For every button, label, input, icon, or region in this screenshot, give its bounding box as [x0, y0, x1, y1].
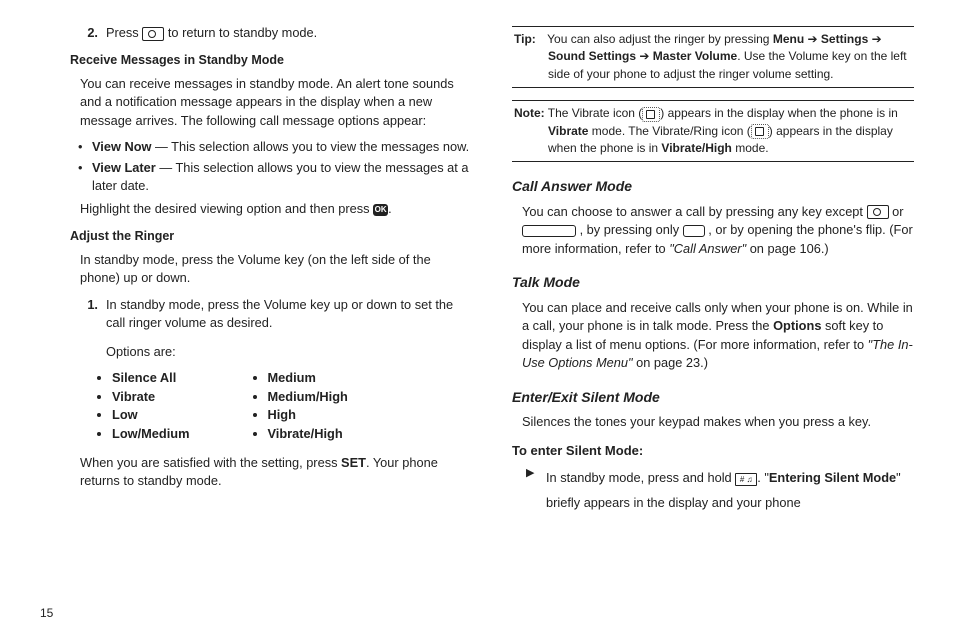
paragraph: You can choose to answer a call by press… [522, 203, 914, 259]
arrow-icon: ➔ [868, 32, 881, 46]
text: mode. [732, 141, 769, 155]
heading-silent-mode: Enter/Exit Silent Mode [512, 387, 914, 407]
step-number: 1. [70, 296, 106, 362]
label: Options [773, 318, 821, 333]
list-item: Low [112, 406, 190, 425]
label: SET [341, 455, 366, 470]
text: , by pressing only [580, 222, 683, 237]
bullet-body: View Now — This selection allows you to … [92, 138, 472, 157]
text: You can choose to answer a call by press… [522, 204, 867, 219]
step-1: 1. In standby mode, press the Volume key… [70, 296, 472, 362]
camera-key-icon [142, 27, 164, 41]
camera-key-icon [867, 205, 889, 219]
bullet-view-now: • View Now — This selection allows you t… [78, 138, 472, 157]
list-item: Silence All [112, 369, 190, 388]
manual-page: 2. Press to return to standby mode. Rece… [0, 0, 954, 636]
ringer-options-list: Silence All Vibrate Low Low/Medium Mediu… [94, 369, 472, 443]
text: In standby mode, press the Volume key up… [106, 296, 472, 333]
text: on page 106.) [750, 241, 829, 256]
text: Highlight the desired viewing option and… [80, 201, 373, 216]
step-2: 2. Press to return to standby mode. [70, 24, 472, 43]
list-item: High [268, 406, 348, 425]
step-body: In standby mode, press and hold # ♫. "En… [546, 466, 914, 515]
vibrate-ring-icon [751, 124, 769, 139]
hash-key-icon: # ♫ [735, 473, 757, 486]
label: Menu [773, 32, 804, 46]
label: Vibrate [548, 124, 588, 138]
heading-to-enter-silent: To enter Silent Mode: [512, 442, 914, 461]
text: . " [757, 470, 769, 485]
paragraph: You can place and receive calls only whe… [522, 299, 914, 373]
label: Master Volume [653, 49, 737, 63]
note-line: Note: The Vibrate icon ( ) appears in the… [514, 105, 912, 157]
bullet-marker: • [78, 138, 92, 157]
label: View Now [92, 139, 152, 154]
text: to return to standby mode. [168, 25, 317, 40]
text: . [388, 201, 392, 216]
cross-ref: "Call Answer" [669, 241, 746, 256]
arrow-icon: ➔ [636, 49, 653, 63]
paragraph: Highlight the desired viewing option and… [80, 200, 472, 219]
step-number: 2. [70, 24, 106, 43]
long-key-icon [522, 225, 576, 237]
heading-receive-messages: Receive Messages in Standby Mode [70, 51, 472, 69]
tip-box: Tip: You can also adjust the ringer by p… [512, 26, 914, 88]
right-column: Tip: You can also adjust the ringer by p… [512, 20, 914, 616]
note-box: Note: The Vibrate icon ( ) appears in the… [512, 100, 914, 162]
step-body: In standby mode, press the Volume key up… [106, 296, 472, 362]
label: Sound Settings [548, 49, 636, 63]
paragraph: In standby mode, press the Volume key (o… [80, 251, 472, 288]
paragraph: When you are satisfied with the setting,… [80, 454, 472, 491]
label: View Later [92, 160, 156, 175]
note-lead: Note: [514, 105, 545, 122]
ok-key-icon: OK [373, 204, 388, 216]
send-key-icon [683, 225, 705, 237]
paragraph: You can receive messages in standby mode… [80, 75, 472, 131]
text: In standby mode, press and hold [546, 470, 735, 485]
options-right: Medium Medium/High High Vibrate/High [250, 369, 348, 443]
bullet-body: View Later — This selection allows you t… [92, 159, 472, 196]
bullet-view-later: • View Later — This selection allows you… [78, 159, 472, 196]
label: Settings [821, 32, 868, 46]
bullet-marker: • [78, 159, 92, 196]
vibrate-icon [642, 107, 660, 122]
list-item: Medium/High [268, 388, 348, 407]
list-item: Vibrate/High [268, 425, 348, 444]
list-item: Medium [268, 369, 348, 388]
text: or [892, 204, 903, 219]
label: Entering Silent Mode [769, 470, 896, 485]
heading-talk-mode: Talk Mode [512, 272, 914, 292]
tip-line: Tip: You can also adjust the ringer by p… [514, 31, 912, 83]
list-item: Vibrate [112, 388, 190, 407]
text: Press [106, 25, 139, 40]
text: mode. The Vibrate/Ring icon ( [588, 124, 750, 138]
triangle-bullet-icon: ▶ [526, 466, 546, 515]
text: — This selection allows you to view the … [152, 139, 470, 154]
left-column: 2. Press to return to standby mode. Rece… [40, 20, 472, 616]
page-number: 15 [40, 605, 53, 622]
text: When you are satisfied with the setting,… [80, 455, 341, 470]
text: ) appears in the display when the phone … [660, 106, 898, 120]
options-left: Silence All Vibrate Low Low/Medium [94, 369, 190, 443]
heading-call-answer: Call Answer Mode [512, 176, 914, 196]
text: on page 23.) [633, 355, 708, 370]
tip-lead: Tip: [514, 31, 544, 48]
heading-adjust-ringer: Adjust the Ringer [70, 227, 472, 245]
paragraph: Silences the tones your keypad makes whe… [522, 413, 914, 432]
arrow-icon: ➔ [804, 32, 821, 46]
text: Options are: [106, 343, 472, 362]
text: You can also adjust the ringer by pressi… [544, 32, 773, 46]
arrow-step: ▶ In standby mode, press and hold # ♫. "… [526, 466, 914, 515]
text: The Vibrate icon ( [545, 106, 643, 120]
list-item: Low/Medium [112, 425, 190, 444]
step-body: Press to return to standby mode. [106, 24, 472, 43]
label: Vibrate/High [661, 141, 731, 155]
